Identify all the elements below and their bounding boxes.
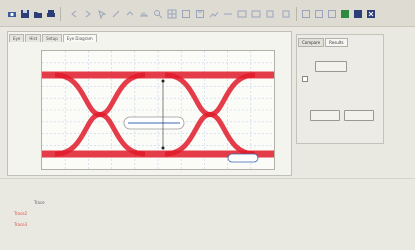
toolbar-separator [60, 7, 61, 21]
reset-button[interactable] [344, 110, 374, 121]
info-label-3: Trace3 [14, 222, 28, 227]
graph-tab-strip: Eye Hist Setup Eye Diagram [9, 34, 98, 42]
window-icon[interactable] [280, 8, 291, 19]
cursor-icon[interactable] [96, 8, 107, 19]
eye-diagram-plot[interactable] [41, 50, 275, 170]
tab-eye-diagram[interactable]: Eye Diagram [62, 34, 97, 42]
eye-diagram-svg [42, 51, 274, 169]
settings-icon[interactable] [339, 8, 350, 19]
eye-marker-dot-bottom [161, 146, 165, 150]
marker-icon[interactable] [194, 8, 205, 19]
divider [0, 178, 415, 179]
arrow-left-icon[interactable] [68, 8, 79, 19]
window-icon[interactable] [264, 8, 275, 19]
cursor-icon[interactable] [124, 8, 135, 19]
window-icon[interactable] [236, 8, 247, 19]
settings-icon[interactable] [352, 8, 363, 19]
selection-badge [227, 153, 259, 163]
auto-checkbox[interactable] [302, 76, 308, 82]
window-icon[interactable] [250, 8, 261, 19]
zoom-icon[interactable] [152, 8, 163, 19]
right-tab-strip: Compare Results [298, 38, 349, 47]
toolbar-separator [296, 7, 297, 21]
eye-transition-falling [164, 72, 256, 157]
eye-transition-falling [54, 72, 146, 157]
tab-hist[interactable]: Hist [25, 34, 42, 42]
toolbar [0, 0, 415, 27]
info-label-1: Trace [34, 200, 45, 205]
grid-icon[interactable] [300, 8, 311, 19]
eye-marker-dot-top [161, 79, 165, 83]
close-icon[interactable] [365, 8, 376, 19]
arrow-right-icon[interactable] [82, 8, 93, 19]
chart-icon[interactable] [222, 8, 233, 19]
grid-icon[interactable] [326, 8, 337, 19]
chart-icon[interactable] [208, 8, 219, 19]
apply-button[interactable] [310, 110, 340, 121]
tab-eye[interactable]: Eye [9, 34, 25, 42]
tab-results[interactable]: Results [325, 38, 348, 47]
folder-icon[interactable] [32, 8, 43, 19]
tab-setup[interactable]: Setup [42, 34, 62, 42]
info-label-2: Trace2 [14, 211, 28, 216]
tab-compare[interactable]: Compare [298, 38, 325, 47]
camera-icon[interactable] [6, 8, 17, 19]
print-icon[interactable] [45, 8, 56, 19]
save-icon[interactable] [19, 8, 30, 19]
measure-icon[interactable] [138, 8, 149, 19]
marker-icon[interactable] [180, 8, 191, 19]
grid-icon[interactable] [166, 8, 177, 19]
measurement-panel [296, 34, 384, 144]
cursor-icon[interactable] [110, 8, 121, 19]
grid-icon[interactable] [313, 8, 324, 19]
measure-button[interactable] [315, 61, 347, 72]
